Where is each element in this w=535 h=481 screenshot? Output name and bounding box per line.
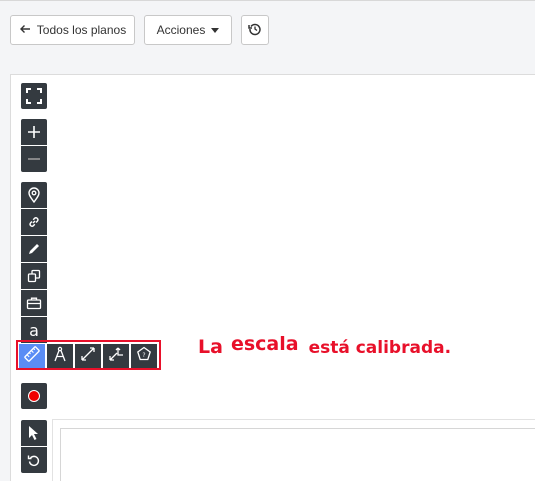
history-button[interactable] [241,15,269,45]
history-icon [248,22,262,39]
actions-label: Acciones [156,23,206,37]
pointer-tool-button[interactable] [21,420,47,446]
link-button[interactable] [21,209,47,235]
scale-tools-highlight [16,340,161,370]
undo-icon [27,453,41,467]
zoom-in-icon [27,125,41,139]
annotation-part-1: La [198,336,223,358]
all-plans-label: Todos los planos [36,23,127,37]
zoom-out-button[interactable] [21,146,47,172]
record-icon [28,390,40,402]
zoom-in-button[interactable] [21,119,47,145]
copy-icon [27,269,41,283]
undo-button[interactable] [21,447,47,473]
map-pin-icon [27,187,41,203]
pencil-button[interactable] [21,236,47,262]
annotation-part-3: está calibrada. [308,338,452,358]
text-tool-label: a [29,320,39,340]
arrow-left-icon [19,23,31,38]
zoom-out-icon [27,152,41,166]
toolbox-button[interactable] [21,290,47,316]
all-plans-button[interactable]: Todos los planos [10,15,135,45]
toolbox-icon [26,296,42,310]
pointer-icon [27,425,41,441]
copy-button[interactable] [21,263,47,289]
calibration-annotation: La escala está calibrada. [198,333,452,358]
annotation-part-2: escala [230,333,299,355]
link-icon [27,215,41,229]
caret-down-icon [211,27,220,33]
map-pin-button[interactable] [21,182,47,208]
actions-dropdown[interactable]: Acciones [144,15,232,45]
record-button[interactable] [21,383,47,409]
fullscreen-button[interactable] [21,83,47,109]
top-toolbar: Todos los planos Acciones [0,0,535,58]
pencil-icon [27,242,41,256]
fullscreen-icon [26,88,42,104]
plan-sheet-inner [60,428,535,481]
